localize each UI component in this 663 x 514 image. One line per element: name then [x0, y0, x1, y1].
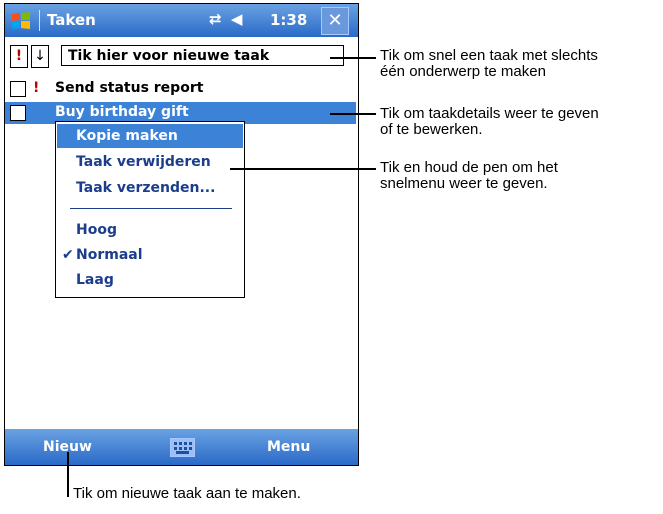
new-task-input[interactable] — [61, 45, 344, 66]
menu-item-delete[interactable]: Taak verwijderen — [57, 150, 243, 174]
callout-text-line: één onderwerp te maken — [380, 63, 546, 80]
callout-line-entry — [330, 57, 376, 59]
sort-toggle-button[interactable]: ↓ — [31, 45, 49, 68]
callout-text-line: Tik om taakdetails weer te geven — [380, 105, 599, 122]
task-checkbox[interactable] — [10, 81, 26, 97]
menu-item-priority-low[interactable]: Laag — [57, 268, 243, 292]
callout-hold: Tik en houd de pen om het snelmenu weer … — [380, 160, 558, 192]
windows-flag-icon[interactable] — [10, 10, 32, 32]
callout-line-hold — [230, 168, 376, 170]
speaker-icon[interactable]: ◀ — [231, 10, 243, 28]
menu-item-send[interactable]: Taak verzenden... — [57, 176, 243, 200]
callout-details: Tik om taakdetails weer te geven of te b… — [380, 106, 599, 138]
menu-item-priority-high[interactable]: Hoog — [57, 218, 243, 242]
task-label: Send status report — [55, 80, 204, 96]
status-icons: ⇄ ◀ — [209, 10, 246, 28]
new-task-entry-bar: ! ↓ — [5, 40, 356, 72]
checkmark-icon: ✔ — [62, 247, 74, 263]
callout-text-line: Tik om snel een taak met slechts — [380, 47, 598, 64]
title-bar: Taken ⇄ ◀ 1:38 ✕ — [5, 4, 358, 37]
task-label: Buy birthday gift — [55, 104, 189, 120]
callout-text-line: snelmenu weer te geven. — [380, 175, 548, 192]
close-button[interactable]: ✕ — [321, 7, 349, 35]
priority-marker: ! — [33, 80, 40, 96]
context-menu: Kopie maken Taak verwijderen Taak verzen… — [55, 121, 245, 298]
app-title: Taken — [47, 11, 96, 29]
callout-line-details — [330, 113, 376, 115]
callout-entry: Tik om snel een taak met slechts één ond… — [380, 48, 598, 80]
callout-text-line: Tik en houd de pen om het — [380, 159, 558, 176]
task-row[interactable]: ! Send status report — [5, 78, 356, 100]
title-separator — [39, 10, 40, 31]
connectivity-arrows-icon[interactable]: ⇄ — [209, 10, 222, 28]
callout-new: Tik om nieuwe taak aan te maken. — [73, 485, 301, 502]
task-checkbox[interactable] — [10, 105, 26, 121]
priority-toggle-button[interactable]: ! — [10, 45, 28, 68]
pocketpc-screen: Taken ⇄ ◀ 1:38 ✕ ! ↓ ! Send status repor… — [4, 3, 359, 466]
callout-text-line: of te bewerken. — [380, 121, 483, 138]
menu-item-label: Normaal — [76, 247, 143, 263]
close-icon: ✕ — [327, 10, 343, 31]
menu-separator — [70, 208, 232, 209]
menu-item-copy[interactable]: Kopie maken — [57, 124, 243, 148]
menu-item-priority-normal[interactable]: ✔ Normaal — [57, 243, 243, 267]
keyboard-icon[interactable] — [170, 438, 195, 457]
menu-button[interactable]: Menu — [267, 439, 310, 455]
callout-line-new — [67, 452, 69, 497]
clock[interactable]: 1:38 — [270, 11, 307, 29]
command-bar: Nieuw Menu — [5, 429, 358, 465]
